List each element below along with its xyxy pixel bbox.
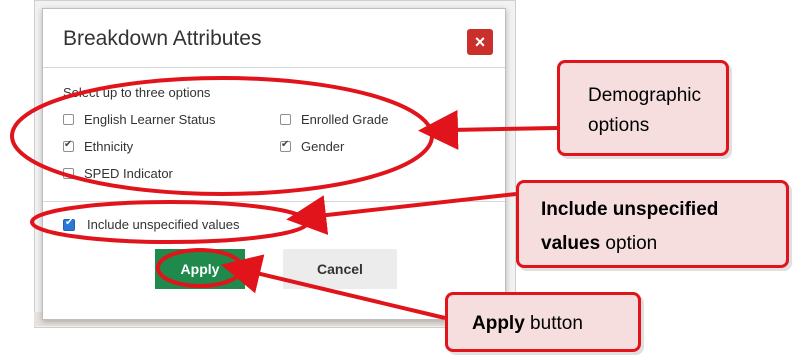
callout-bold-text: values — [541, 233, 601, 254]
callout-line: Demographic — [588, 85, 701, 106]
include-unspecified-callout: Include unspecified values option — [516, 180, 789, 268]
callout-text: button — [524, 313, 583, 334]
unspecified-arrow — [286, 192, 517, 235]
callout-line: values option — [541, 227, 786, 261]
apply-button-callout: Apply button — [445, 292, 641, 352]
demographic-options-callout: Demographic options — [557, 60, 729, 156]
apply-highlight-ellipse — [156, 248, 244, 288]
unspecified-highlight-ellipse — [30, 200, 310, 244]
callout-text: option — [600, 233, 658, 254]
callout-bold-text: Apply — [472, 313, 525, 334]
demographic-highlight-ellipse — [10, 76, 434, 196]
demographic-arrow — [418, 109, 558, 150]
apply-arrow — [220, 254, 446, 320]
callout-bold-text: Include unspecified — [541, 199, 719, 220]
callout-line: options — [588, 115, 650, 136]
